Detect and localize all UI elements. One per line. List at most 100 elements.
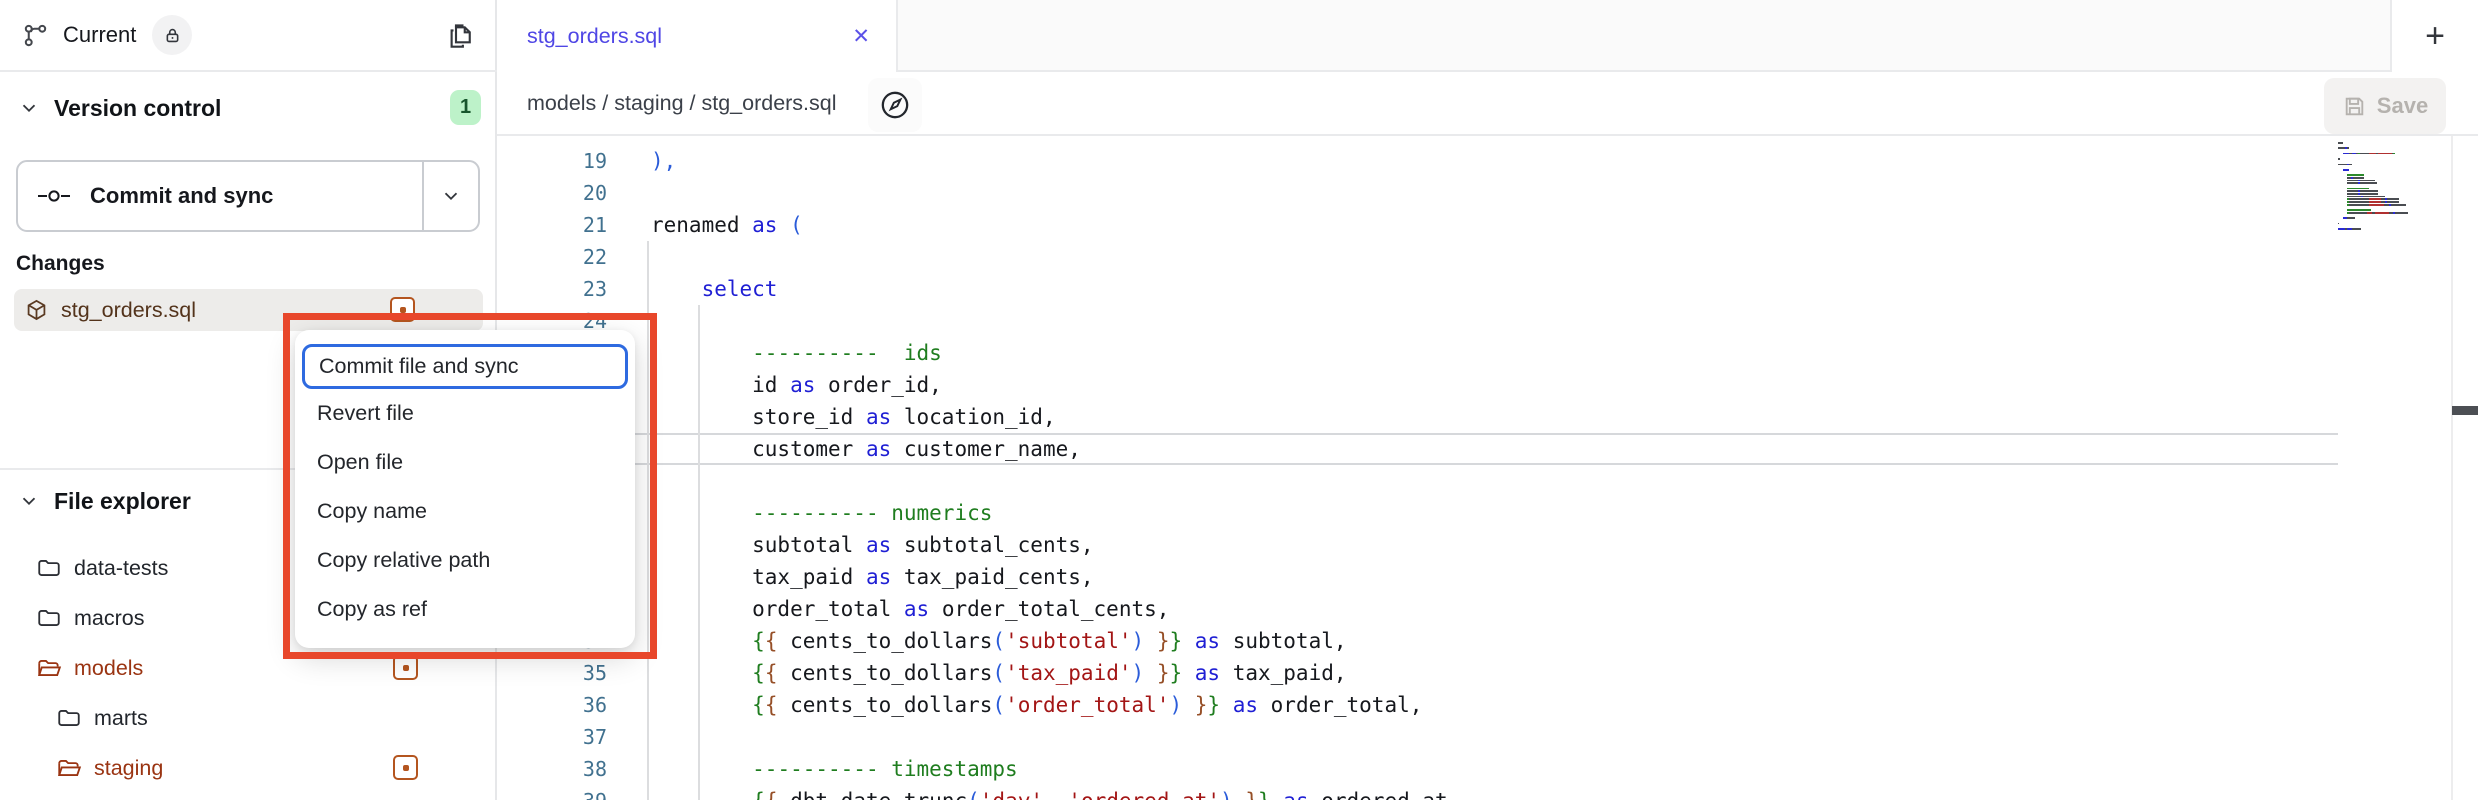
line-number: 23 <box>497 273 607 305</box>
code-line[interactable]: {{ cents_to_dollars('order_total') }} as… <box>651 689 1448 721</box>
code-line[interactable]: store_id as location_id, <box>651 401 1448 433</box>
new-tab-button[interactable]: + <box>2425 19 2445 53</box>
code-token <box>651 693 752 717</box>
code-line[interactable] <box>651 177 1448 209</box>
code-line[interactable]: {{ cents_to_dollars('tax_paid') }} as ta… <box>651 657 1448 689</box>
code-token: as <box>866 533 891 557</box>
minimap-segment <box>2349 201 2369 203</box>
code-token: as <box>1283 789 1308 800</box>
minimap-segment <box>2338 142 2343 144</box>
line-number: 21 <box>497 209 607 241</box>
code-line[interactable] <box>651 241 1448 273</box>
minimap-segment <box>2338 147 2345 149</box>
code-line[interactable] <box>651 465 1448 497</box>
tree-item-marts[interactable]: marts <box>0 693 497 743</box>
code-line[interactable]: ---------- timestamps <box>651 753 1448 785</box>
code-token: tax_paid_cents, <box>891 565 1093 589</box>
tab-stg-orders[interactable]: stg_orders.sql ✕ <box>497 0 898 72</box>
menu-item-copy-relative-path[interactable]: Copy relative path <box>295 536 635 585</box>
code-token: subtotal, <box>1220 629 1346 653</box>
copy-button[interactable] <box>443 18 479 54</box>
commit-and-sync-button[interactable]: Commit and sync <box>16 160 480 232</box>
code-token: { <box>752 661 765 685</box>
lineage-button[interactable] <box>868 78 922 132</box>
chevron-down-icon <box>440 185 462 207</box>
minimap-segment <box>2369 204 2384 206</box>
minimap-segment <box>2369 201 2381 203</box>
dbt-ide-window: + stg_orders.sql ✕ models / staging / st… <box>0 0 2478 800</box>
code-line[interactable]: renamed as ( <box>651 209 1448 241</box>
minimap-segment <box>2338 223 2339 225</box>
code-line[interactable]: select <box>651 273 1448 305</box>
code-token: { <box>765 693 778 717</box>
minimap-segment <box>2347 217 2355 219</box>
minimap-segment <box>2369 153 2376 155</box>
code-token: { <box>765 789 778 800</box>
code-line[interactable]: ---------- numerics <box>651 497 1448 529</box>
code-editor[interactable]: ), renamed as ( select ---------- ids id … <box>651 145 1448 800</box>
code-token: as <box>1195 661 1220 685</box>
minimap-segment <box>2338 174 2347 176</box>
commit-options-button[interactable] <box>422 162 478 230</box>
breadcrumb-bar: models / staging / stg_orders.sql Save <box>497 72 2478 136</box>
minimap-segment <box>2360 193 2378 195</box>
code-line[interactable]: subtotal as subtotal_cents, <box>651 529 1448 561</box>
code-token: as <box>866 405 891 429</box>
code-line[interactable]: ---------- ids <box>651 337 1448 369</box>
code-token: ---------- timestamps <box>752 757 1018 781</box>
minimap-segment <box>2338 177 2347 179</box>
code-line[interactable]: customer as customer_name, <box>651 433 1448 465</box>
breadcrumb: models / staging / stg_orders.sql <box>527 72 837 134</box>
minimap-line <box>2338 204 2410 207</box>
code-token: ) <box>1169 693 1182 717</box>
tab-close-icon[interactable]: ✕ <box>852 24 870 49</box>
code-token <box>1182 693 1195 717</box>
code-line[interactable]: {{ dbt.date_trunc('day', 'ordered_at') }… <box>651 785 1448 800</box>
code-line[interactable] <box>651 305 1448 337</box>
minimap-segment <box>2347 147 2349 149</box>
minimap-segment <box>2349 198 2369 200</box>
minimap[interactable] <box>2338 142 2410 234</box>
menu-item-commit-file-and-sync[interactable]: Commit file and sync <box>302 344 628 389</box>
code-line[interactable]: tax_paid as tax_paid_cents, <box>651 561 1448 593</box>
menu-item-open-file[interactable]: Open file <box>295 438 635 487</box>
code-line[interactable]: id as order_id, <box>651 369 1448 401</box>
code-token: { <box>765 661 778 685</box>
code-line[interactable] <box>651 721 1448 753</box>
code-line[interactable]: order_total as order_total_cents, <box>651 593 1448 625</box>
tree-item-staging[interactable]: staging <box>0 743 497 793</box>
changes-section-label: Changes <box>16 252 105 276</box>
code-token <box>1233 789 1246 800</box>
minimap-segment <box>2395 212 2408 214</box>
code-line[interactable]: {{ cents_to_dollars('subtotal') }} as su… <box>651 625 1448 657</box>
line-number: 37 <box>497 721 607 753</box>
menu-item-copy-name[interactable]: Copy name <box>295 487 635 536</box>
minimap-segment <box>2347 180 2357 182</box>
code-token: 'order_total' <box>1005 693 1169 717</box>
code-token: renamed <box>651 213 752 237</box>
code-token: dbt.date_trunc <box>777 789 967 800</box>
scrollbar-thumb[interactable] <box>2452 406 2478 415</box>
menu-item-copy-as-ref[interactable]: Copy as ref <box>295 585 635 634</box>
code-token: } <box>1157 661 1170 685</box>
minimap-segment <box>2338 228 2345 230</box>
chevron-down-icon <box>18 97 40 119</box>
menu-item-revert-file[interactable]: Revert file <box>295 389 635 438</box>
save-button[interactable]: Save <box>2324 78 2446 134</box>
tree-item-models[interactable]: models <box>0 643 497 693</box>
code-token: as <box>866 437 891 461</box>
code-line[interactable]: ), <box>651 145 1448 177</box>
minimap-segment <box>2338 193 2347 195</box>
minimap-segment <box>2349 164 2351 166</box>
code-token <box>1144 661 1157 685</box>
changed-file-row[interactable]: stg_orders.sql <box>14 289 483 331</box>
code-token: ( <box>992 693 1005 717</box>
code-token: as <box>1233 693 1258 717</box>
commit-icon <box>36 185 72 207</box>
minimap-segment <box>2338 201 2347 203</box>
version-control-header[interactable]: Version control 1 <box>0 84 497 132</box>
code-token: tax_paid, <box>1220 661 1346 685</box>
minimap-segment <box>2387 198 2399 200</box>
minimap-segment <box>2360 182 2377 184</box>
code-token <box>651 629 752 653</box>
